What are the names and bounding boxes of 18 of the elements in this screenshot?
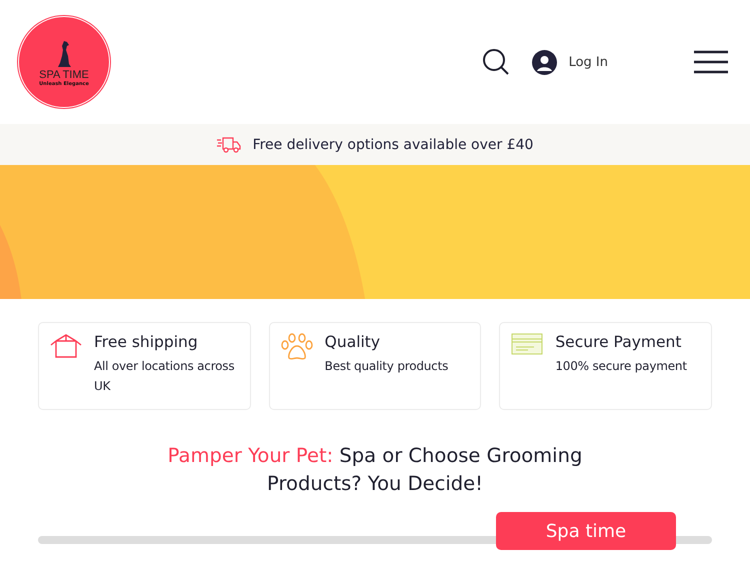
spa-tab[interactable]: Spa time bbox=[496, 512, 676, 550]
box-icon bbox=[50, 333, 82, 359]
feature-title: Quality bbox=[324, 333, 382, 351]
promo-heading: Pamper Your Pet: Spa or Choose Grooming Products? You Decide! bbox=[166, 443, 584, 497]
feature-text: All over locations across UK bbox=[94, 358, 236, 395]
truck-icon bbox=[216, 136, 242, 153]
menu-icon[interactable] bbox=[694, 50, 728, 74]
feature-title: Secure Payment bbox=[555, 333, 682, 351]
feature-text: 100% secure payment bbox=[555, 358, 687, 375]
login-link[interactable]: Log In bbox=[568, 54, 608, 70]
feature-title: Free shipping bbox=[94, 333, 199, 351]
search-icon[interactable] bbox=[482, 48, 510, 76]
paw-icon bbox=[280, 333, 313, 361]
logo-title: SPA TIME bbox=[39, 69, 89, 81]
feature-text: Best quality products bbox=[324, 358, 448, 375]
delivery-text: Free delivery options available over £40 bbox=[252, 136, 534, 152]
user-icon[interactable] bbox=[532, 50, 557, 74]
credit-card-icon bbox=[511, 333, 544, 355]
